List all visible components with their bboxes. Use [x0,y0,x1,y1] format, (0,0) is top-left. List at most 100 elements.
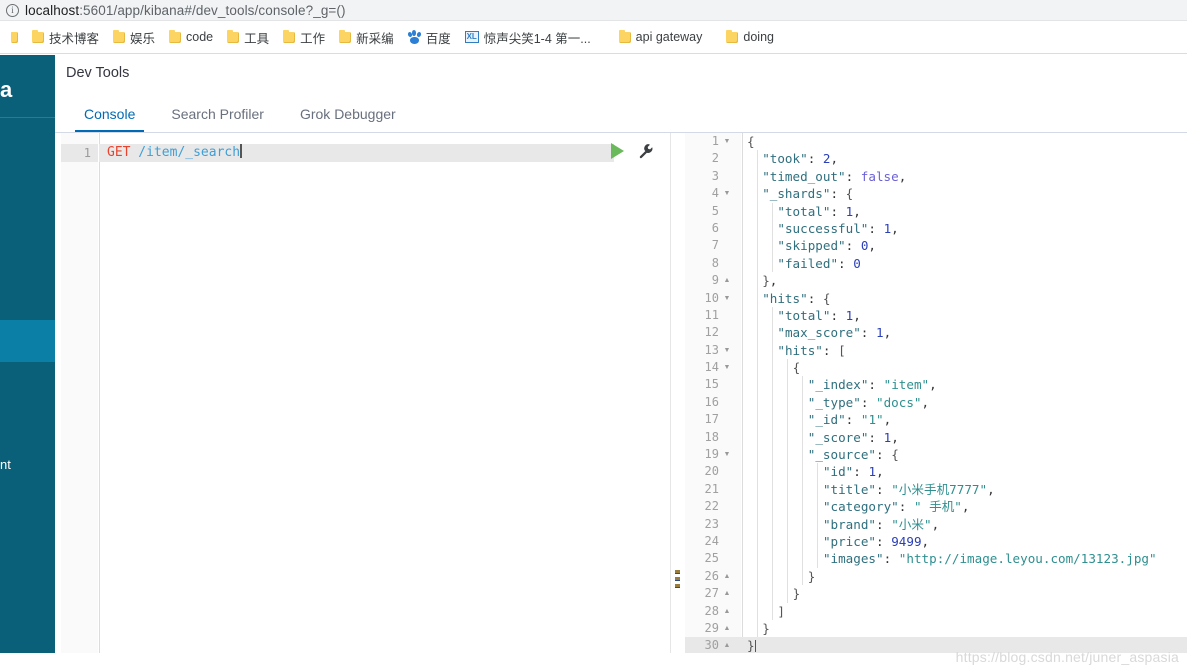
response-line: 22 "category": " 手机", [685,498,1187,516]
response-line: 24 "price": 9499, [685,532,1187,551]
response-line: 21 "title": "小米手机7777", [685,480,1187,499]
response-line: 19 ▼ "_source": { [685,446,1187,464]
response-line: 3 "timed_out": false, [685,167,1187,186]
response-line: 27 ▲ } [685,585,1187,603]
response-viewer[interactable]: 1 ▼{2 "took": 2, 3 "timed_out": false, 4 ▼ "… [685,133,1187,671]
response-line-number: 14 [704,360,719,375]
xunlei-icon: XL [464,31,479,43]
response-line-text: "hits": [ [777,342,846,358]
wrench-icon[interactable] [638,143,654,159]
response-line-text: } [762,620,770,636]
fold-open-icon[interactable]: ▼ [722,446,732,463]
console-body: 1 GET /item/_search 1 ▼{2 "took": 2, 3 "ti… [55,133,1187,671]
folder-icon [169,29,182,43]
baidu-icon [407,30,422,44]
tab-console[interactable]: Console [66,98,153,132]
request-line-number: 1 [83,146,91,160]
bookmark-item-7[interactable]: XL 惊声尖笑1-4 第一... [458,25,598,50]
fold-close-icon[interactable]: ▲ [722,620,732,637]
bookmark-item-3[interactable]: 工具 [220,25,276,50]
fold-close-icon[interactable]: ▲ [722,272,732,289]
response-line-number: 1 [711,134,719,148]
fold-open-icon[interactable]: ▼ [722,359,732,376]
info-icon[interactable]: i [6,3,19,17]
play-icon[interactable] [611,143,624,159]
bookmark-label: 娱乐 [130,31,156,46]
bookmark-label: 惊声尖笑1-4 第一... [483,31,591,46]
response-line-number: 19 [704,447,719,462]
fold-open-icon[interactable]: ▼ [722,290,732,307]
bookmark-item-2[interactable]: code [162,27,220,47]
response-line: 25 "images": "http://image.leyou.com/131… [685,550,1187,568]
response-line: 13 ▼ "hits": [ [685,341,1187,360]
response-line: 2 "took": 2, [685,150,1187,168]
folder-icon [726,29,739,43]
response-line-number: 17 [704,412,719,427]
bookmark-item-partial[interactable] [4,29,25,46]
response-line-number: 26 [704,568,719,583]
response-line-number: 7 [711,238,719,253]
response-line: 17 "_id": "1", [685,411,1187,429]
response-line: 1 ▼ { [685,133,1187,150]
fold-close-icon[interactable]: ▲ [722,585,732,602]
tab-search-profiler[interactable]: Search Profiler [153,98,282,132]
browser-url-bar[interactable]: i localhost:5601/app/kibana#/dev_tools/c… [0,0,1187,21]
fold-open-icon[interactable]: ▼ [722,185,732,202]
bookmark-item-6[interactable]: 百度 [401,25,458,50]
response-line-number: 23 [704,516,719,531]
request-gutter [61,133,98,671]
panel-splitter[interactable] [671,133,685,671]
response-line-text: "successful": 1, [777,220,899,236]
response-line: 4 ▼ "_shards": { [685,185,1187,203]
fold-open-icon[interactable]: ▼ [722,133,732,150]
response-line-text: "hits": { [762,290,831,306]
response-code[interactable]: 1 ▼{2 "took": 2, 3 "timed_out": false, 4 ▼ "… [685,133,1187,655]
response-line: 11 "total": 1, [685,306,1187,325]
request-code-line[interactable]: GET /item/_search [107,144,242,162]
request-editor[interactable]: 1 GET /item/_search [55,133,671,671]
bookmark-item-8[interactable]: api gateway [612,27,710,47]
response-line-text: "took": 2, [762,151,839,167]
response-line-number: 8 [711,255,719,270]
response-line-number: 27 [704,586,719,601]
response-line: 28 ▲ ] [685,602,1187,620]
sidebar-divider [0,117,55,118]
fold-close-icon[interactable]: ▲ [722,603,732,620]
response-line: 5 "total": 1, [685,202,1187,220]
bookmark-item-9[interactable]: doing [719,27,781,47]
response-line-text: "timed_out": false, [762,168,907,184]
response-line-text: "max_score": 1, [777,325,892,341]
bookmark-item-5[interactable]: 新采编 [332,25,401,50]
watermark: https://blog.csdn.net/juner_aspasia [955,649,1179,665]
sidebar-item-active[interactable] [0,320,55,362]
splitter-handle[interactable] [675,570,681,588]
response-line-text: }, [762,273,778,289]
folder-icon [283,29,296,43]
response-line-text: "_source": { [807,447,899,463]
response-line: 7 "skipped": 0, [685,237,1187,255]
kibana-sidebar: a nt [0,55,55,671]
tab-grok-debugger[interactable]: Grok Debugger [282,98,414,132]
sidebar-item-management[interactable]: nt [0,455,55,475]
folder-icon [113,29,126,43]
kibana-logo[interactable]: a [0,77,55,103]
folder-icon [227,29,240,43]
bookmark-item-4[interactable]: 工作 [276,25,332,50]
response-line-number: 6 [711,220,719,235]
response-line: 15 "_index": "item", [685,376,1187,394]
response-line-number: 28 [704,603,719,618]
bookmark-label: doing [743,30,774,44]
bookmark-label: 技术博客 [49,31,100,46]
response-line-number: 3 [711,168,719,183]
response-line: 12 "max_score": 1, [685,324,1187,342]
fold-close-icon[interactable]: ▲ [722,568,732,585]
request-path: /item/_search [130,145,241,160]
bookmark-item-0[interactable]: 技术博客 [25,25,106,50]
bookmark-item-1[interactable]: 娱乐 [106,25,162,50]
response-line: 8 "failed": 0 [685,254,1187,273]
request-gutter-divider [99,133,100,671]
url-path: :5601/app/kibana#/dev_tools/console?_g=(… [79,2,346,18]
response-line: 18 "_score": 1, [685,428,1187,447]
fold-open-icon[interactable]: ▼ [722,342,732,359]
folder-icon [339,29,352,43]
